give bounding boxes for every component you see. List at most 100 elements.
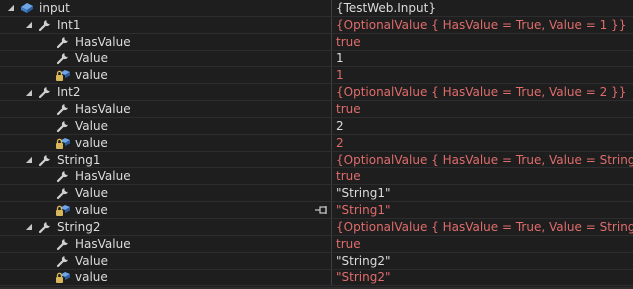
column-divider <box>331 117 332 134</box>
variable-name: value <box>75 270 108 285</box>
watch-row[interactable]: HasValue true <box>0 168 633 186</box>
watch-row[interactable]: ◢ Int2 {OptionalValue { HasValue = True, V… <box>0 84 633 102</box>
expand-collapse-icon[interactable]: ◢ <box>24 20 34 30</box>
column-divider <box>331 151 332 168</box>
expander-placeholder <box>42 37 52 47</box>
wrench-icon <box>55 169 71 183</box>
watch-row[interactable]: HasValue true <box>0 235 633 253</box>
value-cell[interactable]: {TestWeb.Input} <box>336 0 633 16</box>
wrench-icon <box>55 119 71 133</box>
expand-collapse-icon[interactable]: ◢ <box>6 3 16 13</box>
watch-row[interactable]: Value 2 <box>0 117 633 135</box>
variable-value: true <box>336 236 361 251</box>
variable-name: String2 <box>57 219 101 234</box>
value-cell[interactable]: {OptionalValue { HasValue = True, Value … <box>336 152 633 168</box>
value-cell[interactable]: "String2" <box>336 270 633 286</box>
expander-placeholder <box>42 53 52 63</box>
value-cell[interactable]: true <box>336 101 633 117</box>
watch-row[interactable]: Value "String2" <box>0 252 633 270</box>
value-cell[interactable]: 2 <box>336 135 633 151</box>
value-cell[interactable]: {OptionalValue { HasValue = True, Value … <box>336 84 633 100</box>
watch-row[interactable]: Value "String1" <box>0 185 633 203</box>
variable-name: value <box>75 203 108 218</box>
name-cell: ◢ Int1 <box>0 17 355 33</box>
column-divider <box>331 67 332 84</box>
expander-placeholder <box>42 256 52 266</box>
value-cell[interactable]: "String2" <box>336 253 633 269</box>
variable-value: "String2" <box>336 270 391 285</box>
column-divider <box>331 33 332 50</box>
field-lock-icon <box>55 270 71 284</box>
expand-collapse-icon[interactable]: ◢ <box>24 155 34 165</box>
variable-value: {OptionalValue { HasValue = True, Value … <box>336 85 627 100</box>
variable-value: {OptionalValue { HasValue = True, Value … <box>336 152 633 167</box>
wrench-icon <box>55 254 71 268</box>
expand-collapse-icon[interactable]: ◢ <box>24 87 34 97</box>
watch-row[interactable]: HasValue true <box>0 101 633 118</box>
name-cell: ◢ Int2 <box>0 84 355 100</box>
wrench-icon <box>37 18 53 32</box>
value-cell[interactable]: "String1" <box>336 202 633 218</box>
name-cell: HasValue <box>0 236 373 252</box>
name-cell: Value <box>0 185 373 201</box>
watch-row[interactable]: value "String1" <box>0 202 633 219</box>
name-cell: value <box>0 67 373 83</box>
variable-name: Value <box>75 51 108 66</box>
column-divider <box>331 16 332 33</box>
value-cell[interactable]: true <box>336 236 633 252</box>
expander-placeholder <box>42 138 52 148</box>
column-divider <box>331 218 332 235</box>
watch-row[interactable]: value 1 <box>0 67 633 85</box>
locals-watch-table: ◢ input {TestWeb.Input} ◢ Int1 {OptionalValue… <box>0 0 633 289</box>
name-cell: ◢ String2 <box>0 219 355 235</box>
expander-placeholder <box>42 188 52 198</box>
column-divider <box>331 50 332 67</box>
watch-row[interactable]: ◢ input {TestWeb.Input} <box>0 0 633 17</box>
watch-row[interactable]: ◢ String1 {OptionalValue { HasValue = True… <box>0 151 633 169</box>
expander-placeholder <box>42 70 52 80</box>
variable-name: Int2 <box>57 85 81 100</box>
wrench-icon <box>37 220 53 234</box>
watch-row[interactable]: ◢ String2 {OptionalValue { HasValue = True… <box>0 218 633 236</box>
expander-placeholder <box>42 121 52 131</box>
variable-value: 1 <box>336 68 344 83</box>
value-cell[interactable]: true <box>336 34 633 50</box>
value-cell[interactable]: {OptionalValue { HasValue = True, Value … <box>336 219 633 235</box>
watch-row[interactable]: ◢ Int1 {OptionalValue { HasValue = True, V… <box>0 16 633 34</box>
value-cell[interactable]: "String1" <box>336 185 633 201</box>
variable-value: "String1" <box>336 186 391 201</box>
variable-value: "String2" <box>336 253 391 268</box>
variable-value: {TestWeb.Input} <box>336 0 436 15</box>
watch-row[interactable]: value 2 <box>0 134 633 152</box>
name-cell: HasValue <box>0 168 373 184</box>
column-divider <box>331 134 332 151</box>
variable-name: Int1 <box>57 17 81 32</box>
name-cell: value <box>0 135 373 151</box>
column-divider <box>331 269 332 286</box>
column-divider <box>331 235 332 252</box>
field-lock-icon <box>55 136 71 150</box>
variable-name: Value <box>75 186 108 201</box>
name-cell: ◢ input <box>0 0 337 16</box>
variable-name: HasValue <box>75 236 131 251</box>
column-divider <box>331 84 332 101</box>
pin-icon[interactable] <box>314 204 328 216</box>
wrench-icon <box>55 237 71 251</box>
watch-row[interactable]: HasValue true <box>0 33 633 51</box>
expander-placeholder <box>42 239 52 249</box>
watch-row[interactable]: value "String2" <box>0 269 633 287</box>
value-cell[interactable]: 2 <box>336 118 633 134</box>
watch-row[interactable]: Value 1 <box>0 50 633 68</box>
value-cell[interactable]: 1 <box>336 67 633 83</box>
value-cell[interactable]: {OptionalValue { HasValue = True, Value … <box>336 17 633 33</box>
expander-placeholder <box>42 171 52 181</box>
variable-value: true <box>336 34 361 49</box>
expander-placeholder <box>42 205 52 215</box>
variable-name: Value <box>75 253 108 268</box>
variable-name: HasValue <box>75 34 131 49</box>
expand-collapse-icon[interactable]: ◢ <box>24 222 34 232</box>
wrench-icon <box>37 153 53 167</box>
value-cell[interactable]: true <box>336 168 633 184</box>
value-cell[interactable]: 1 <box>336 51 633 67</box>
variable-value: {OptionalValue { HasValue = True, Value … <box>336 17 627 32</box>
